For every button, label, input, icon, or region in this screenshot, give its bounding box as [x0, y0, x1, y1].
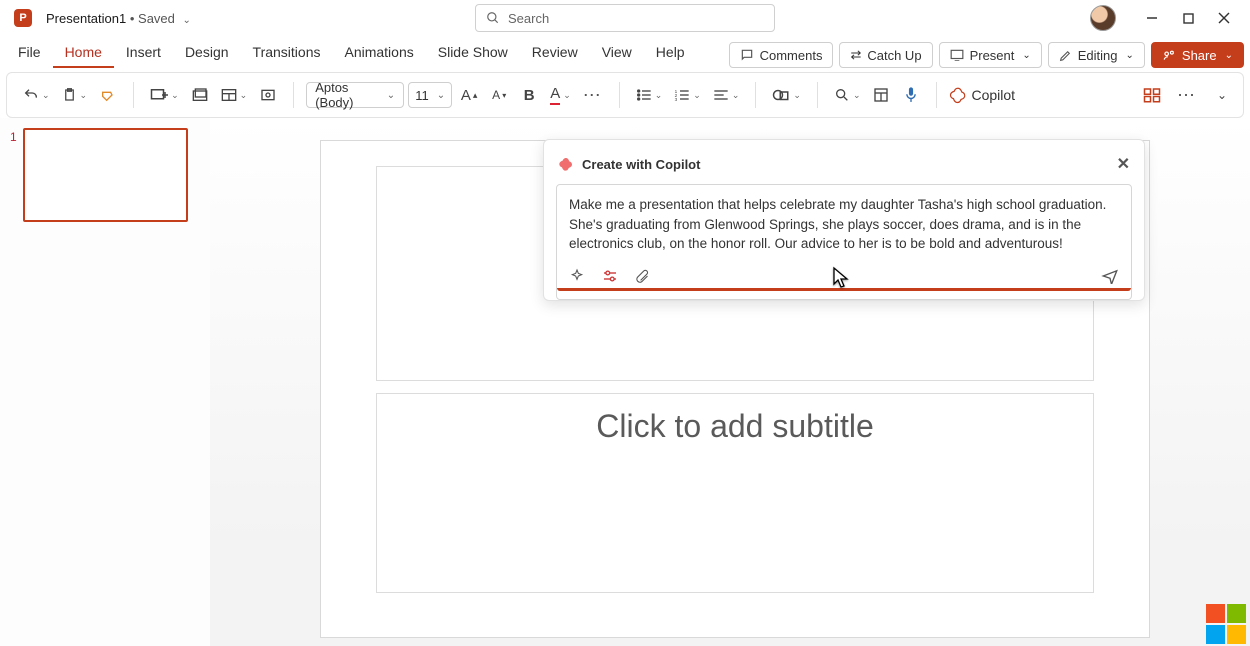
catchup-button[interactable]: ⇄ Catch Up [839, 42, 932, 68]
tab-help[interactable]: Help [644, 38, 697, 68]
app-icon: P [14, 9, 32, 27]
tab-slideshow[interactable]: Slide Show [426, 38, 520, 68]
tab-design[interactable]: Design [173, 38, 241, 68]
font-size-selector[interactable]: 11 ⌄ [408, 82, 452, 108]
chevron-down-icon: ⌄ [1225, 50, 1233, 61]
search-placeholder: Search [508, 11, 549, 26]
reuse-slides-button[interactable] [187, 81, 213, 109]
attach-icon[interactable] [635, 268, 650, 284]
tab-insert[interactable]: Insert [114, 38, 173, 68]
layout-button[interactable]: ⌄ [217, 81, 252, 109]
svg-text:3: 3 [675, 97, 678, 102]
copilot-header: Create with Copilot [582, 157, 700, 172]
dictate-button[interactable] [898, 81, 924, 109]
copilot-accent-bar [557, 288, 1131, 291]
copilot-icon [558, 156, 574, 172]
comments-button[interactable]: Comments [729, 42, 834, 68]
copilot-popup: Create with Copilot ✕ Make me a presenta… [543, 139, 1145, 301]
doc-name: Presentation1 [46, 11, 126, 26]
copilot-prompt-text[interactable]: Make me a presentation that helps celebr… [569, 195, 1119, 254]
tab-home[interactable]: Home [53, 38, 114, 68]
close-button[interactable] [1206, 4, 1242, 32]
tab-view[interactable]: View [590, 38, 644, 68]
font-color-button[interactable]: A⌄ [546, 81, 575, 109]
tab-review[interactable]: Review [520, 38, 590, 68]
align-button[interactable]: ⌄ [709, 81, 744, 109]
tab-animations[interactable]: Animations [332, 38, 425, 68]
copilot-button[interactable]: Copilot [945, 86, 1019, 104]
new-slide-button[interactable]: ⌄ [146, 81, 183, 109]
slide[interactable]: Click to add title Click to add subtitle… [320, 140, 1150, 638]
grow-font-button[interactable]: A▴ [456, 81, 482, 109]
sparkle-icon[interactable] [569, 268, 585, 284]
adjust-icon[interactable] [601, 268, 619, 284]
copilot-prompt-box[interactable]: Make me a presentation that helps celebr… [556, 184, 1132, 300]
present-button[interactable]: Present ⌄ [939, 42, 1042, 68]
chevron-down-icon: ⌄ [183, 15, 191, 26]
saved-status: • Saved [130, 11, 175, 26]
undo-button[interactable]: ⌄ [19, 81, 54, 109]
numbering-button[interactable]: 123⌄ [670, 81, 705, 109]
slide-canvas-area[interactable]: Click to add title Click to add subtitle… [210, 118, 1250, 646]
find-button[interactable]: ⌄ [830, 81, 865, 109]
subtitle-placeholder[interactable]: Click to add subtitle [376, 393, 1094, 593]
share-button[interactable]: Share ⌄ [1151, 42, 1244, 68]
more-font-button[interactable]: ⋯ [579, 81, 607, 109]
tab-transitions[interactable]: Transitions [241, 38, 333, 68]
minimize-button[interactable] [1134, 4, 1170, 32]
document-title[interactable]: Presentation1 • Saved ⌄ [46, 11, 191, 26]
designer-button[interactable] [868, 81, 894, 109]
chevron-down-icon: ⌄ [1126, 50, 1134, 61]
chevron-down-icon: ⌄ [387, 90, 395, 101]
shrink-font-button[interactable]: A▾ [486, 81, 512, 109]
shapes-button[interactable]: ⌄ [768, 81, 805, 109]
chevron-down-icon: ⌄ [1022, 50, 1030, 61]
user-avatar[interactable] [1090, 5, 1116, 31]
microsoft-logo [1206, 604, 1246, 644]
format-painter-button[interactable] [95, 81, 121, 109]
slide-thumbnail-pane[interactable]: 1 [0, 118, 210, 646]
copilot-close-button[interactable]: ✕ [1117, 154, 1130, 174]
search-input[interactable]: Search [475, 4, 775, 32]
send-button[interactable] [1101, 268, 1119, 284]
maximize-button[interactable] [1170, 4, 1206, 32]
bold-button[interactable]: B [516, 81, 542, 109]
font-selector[interactable]: Aptos (Body) ⌄ [306, 82, 404, 108]
bullets-button[interactable]: ⌄ [632, 81, 667, 109]
grid-view-button[interactable] [1139, 81, 1165, 109]
slide-thumbnail-1[interactable] [23, 128, 188, 222]
tab-file[interactable]: File [6, 38, 53, 68]
editing-button[interactable]: Editing ⌄ [1048, 42, 1145, 68]
ribbon-collapse-button[interactable]: ⌄ [1209, 81, 1235, 109]
ribbon: ⌄ ⌄ ⌄ ⌄ Aptos (Body) ⌄ 11 ⌄ A▴ A▾ B A⌄ ⋯… [6, 72, 1244, 118]
section-button[interactable] [255, 81, 281, 109]
paste-button[interactable]: ⌄ [58, 81, 92, 109]
ribbon-more-button[interactable]: ⋯ [1173, 81, 1201, 109]
thumb-number: 1 [10, 130, 17, 222]
chevron-down-icon: ⌄ [437, 90, 445, 101]
